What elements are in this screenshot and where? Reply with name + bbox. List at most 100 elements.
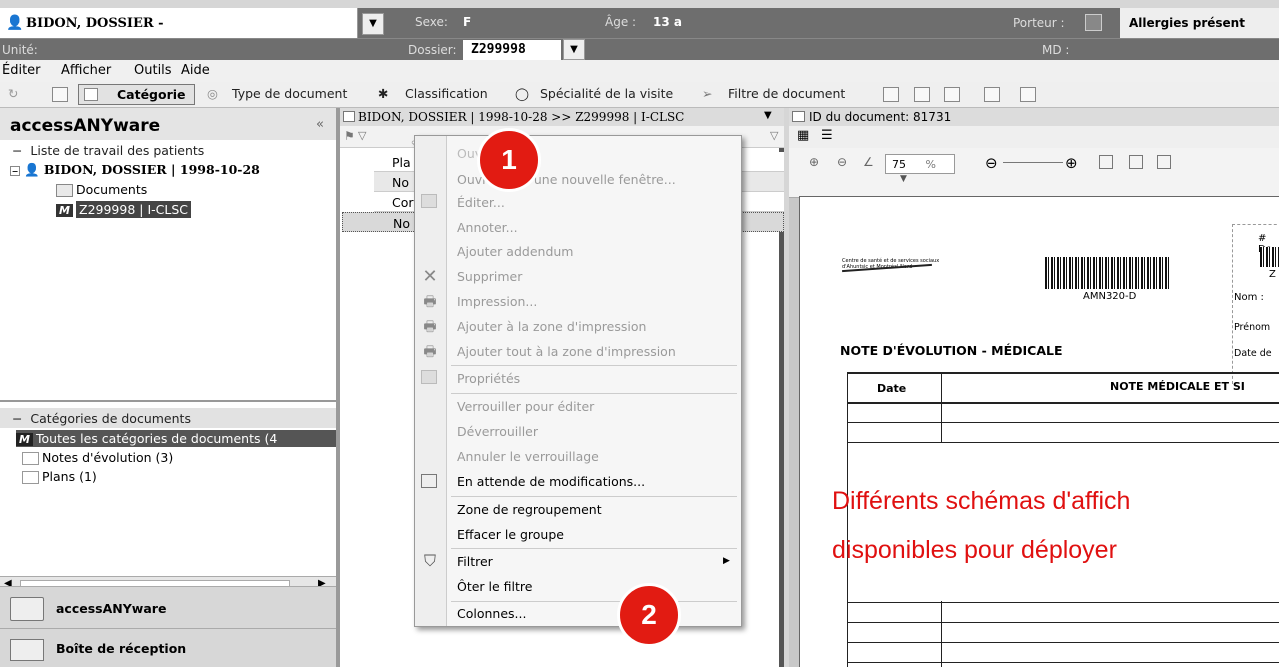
- menu-item-annoter[interactable]: Annoter...: [457, 220, 518, 235]
- barcode: [1045, 257, 1171, 289]
- zoom-in-icon[interactable]: ⊕: [809, 155, 819, 169]
- menu-afficher[interactable]: Afficher: [61, 63, 111, 78]
- menu-item-supprimer[interactable]: Supprimer: [457, 269, 522, 284]
- list-view-icon[interactable]: [52, 87, 68, 102]
- cat-plans-label: Plans (1): [42, 469, 97, 484]
- lock-icon[interactable]: [984, 87, 1000, 102]
- categorie-button[interactable]: Catégorie: [78, 84, 195, 105]
- zoom-out-icon[interactable]: ⊖: [837, 155, 847, 169]
- worklist-label: Liste de travail des patients: [30, 143, 205, 158]
- menu-item-deverrouiller[interactable]: Déverrouiller: [457, 424, 538, 439]
- barcode-label: AMN320-D: [1083, 291, 1137, 302]
- tree-scroll-area: [0, 400, 336, 402]
- type-document-button[interactable]: Type de document: [232, 86, 347, 101]
- patient-name-field[interactable]: 👤 BIDON, DOSSIER -: [0, 8, 358, 38]
- menu-item-ajouter-addendum[interactable]: Ajouter addendum: [457, 244, 573, 259]
- cat-notes[interactable]: Notes d'évolution (3): [22, 450, 173, 465]
- zoom-input[interactable]: 75 % ▼: [885, 154, 955, 184]
- menu-item-ajouter-zone-impression[interactable]: Ajouter à la zone d'impression: [457, 319, 646, 334]
- annotate-icon[interactable]: ∠: [863, 155, 874, 169]
- cat-all[interactable]: M Toutes les catégories de documents (4: [16, 430, 336, 447]
- document-viewer: ID du document: 81731 ▦ ☰ ⊕ ⊖ ∠ 75 % ▼ ⊖…: [789, 108, 1279, 667]
- menu-item-editer[interactable]: Éditer...: [457, 195, 505, 210]
- form-title: NOTE D'ÉVOLUTION - MÉDICALE: [840, 343, 1063, 358]
- properties-icon: [421, 370, 437, 384]
- menu-item-zone-regroupement[interactable]: Zone de regroupement: [457, 502, 602, 517]
- thumbnail-grid-icon[interactable]: ▦: [797, 128, 809, 143]
- unit-label: Unité:: [2, 43, 38, 57]
- menu-item-annuler-verrouillage[interactable]: Annuler le verrouillage: [457, 449, 599, 464]
- viewer-toolbar-1: ▦ ☰: [789, 126, 1279, 148]
- z-code: Z: [1269, 269, 1276, 280]
- nom-label: Nom :: [1234, 292, 1264, 303]
- zoom-in-slider-icon[interactable]: ⊕: [1065, 154, 1078, 172]
- specialite-button[interactable]: Spécialité de la visite: [540, 86, 673, 101]
- menu-item-proprietes[interactable]: Propriétés: [457, 371, 520, 386]
- print-icon: 🖶: [423, 294, 437, 310]
- table-blank-area: [848, 443, 1279, 601]
- worklist-header[interactable]: − Liste de travail des patients: [0, 140, 336, 160]
- barcode-small: [1260, 247, 1279, 267]
- tree-documents-label: Documents: [76, 182, 148, 197]
- nav-inbox[interactable]: Boîte de réception: [0, 628, 336, 667]
- list-icon[interactable]: ☰: [821, 128, 833, 143]
- panel-title: accessANYware: [0, 108, 336, 140]
- categories-header[interactable]: − Catégories de documents: [0, 408, 336, 428]
- nav-accessanyware[interactable]: accessANYware: [0, 586, 336, 628]
- menu-item-effacer-groupe[interactable]: Effacer le groupe: [457, 527, 564, 542]
- chevron-down-icon[interactable]: ▼: [764, 110, 772, 121]
- row-label: Cor: [392, 195, 414, 210]
- filter-arrow-icon: ➢: [702, 86, 713, 101]
- collapse-icon[interactable]: «: [316, 117, 324, 132]
- print-all-icon: 🖶: [423, 344, 437, 360]
- tree-patient[interactable]: − 👤 BIDON, DOSSIER | 1998-10-28: [10, 162, 260, 178]
- dossier-label: Dossier:: [408, 43, 457, 57]
- filter-icon[interactable]: ▽: [770, 129, 778, 142]
- note-table: Date NOTE MÉDICALE ET SI: [847, 372, 1279, 667]
- prenom-label: Prénom: [1234, 322, 1271, 333]
- menu-editer[interactable]: Éditer: [2, 63, 41, 78]
- patient-header: 👤 BIDON, DOSSIER - ▼ Sexe: F Âge : 13 a …: [0, 8, 1279, 38]
- menu-item-filtrer[interactable]: Filtrer: [457, 554, 493, 569]
- flag-icon[interactable]: ⚑: [344, 129, 355, 143]
- document-list-breadcrumb: BIDON, DOSSIER | 1998-10-28 >> Z299998 |…: [340, 108, 784, 126]
- patient-dropdown-button[interactable]: ▼: [362, 13, 384, 35]
- menu-item-colonnes[interactable]: Colonnes...: [457, 606, 526, 621]
- classification-button[interactable]: Classification: [405, 86, 488, 101]
- document-icon: [22, 471, 39, 484]
- menu-item-impression[interactable]: Impression...: [457, 294, 537, 309]
- fit-page-icon[interactable]: [1099, 155, 1113, 169]
- print-icon[interactable]: [1020, 87, 1036, 102]
- lock-icon: [421, 474, 437, 488]
- dossier-dropdown-button[interactable]: ▼: [563, 39, 585, 60]
- cat-plans[interactable]: Plans (1): [22, 469, 97, 484]
- refresh-icon[interactable]: ↻: [8, 86, 18, 101]
- menu-item-oter-filtre[interactable]: Ôter le filtre: [457, 579, 532, 594]
- tree-dossier[interactable]: M Z299998 | I-CLSC: [56, 201, 191, 218]
- dossier-field[interactable]: Z299998: [463, 40, 561, 60]
- carrier-checkbox[interactable]: [1085, 14, 1102, 31]
- zoom-out-slider-icon[interactable]: ⊖: [985, 154, 998, 172]
- zoom-slider[interactable]: [1003, 162, 1063, 163]
- fit-height-icon[interactable]: [1129, 155, 1143, 169]
- app-window: 👤 BIDON, DOSSIER - ▼ Sexe: F Âge : 13 a …: [0, 0, 1279, 667]
- carrier-label: Porteur :: [1013, 16, 1065, 30]
- layout-rows-icon[interactable]: [914, 87, 930, 102]
- menu-item-ajouter-tout-zone-impression[interactable]: Ajouter tout à la zone d'impression: [457, 344, 676, 359]
- menu-item-en-attente-modifications[interactable]: En attende de modifications...: [457, 474, 645, 489]
- fit-width-icon[interactable]: [1157, 155, 1171, 169]
- zoom-value: 75: [892, 158, 906, 171]
- allergies-indicator[interactable]: Allergies présent: [1120, 8, 1279, 38]
- layout-split-icon[interactable]: [944, 87, 960, 102]
- menu-outils[interactable]: Outils: [134, 63, 172, 78]
- menu-item-verrouiller[interactable]: Verrouiller pour éditer: [457, 399, 594, 414]
- m-document-icon: M: [16, 433, 33, 446]
- patient-name: BIDON, DOSSIER -: [26, 16, 164, 31]
- filtre-document-button[interactable]: Filtre de document: [728, 86, 845, 101]
- annotation-text-line1: Différents schémas d'affich: [832, 487, 1131, 515]
- sex-value: F: [463, 15, 472, 29]
- menu-aide[interactable]: Aide: [181, 63, 210, 78]
- filter-icon[interactable]: ▽: [358, 129, 366, 142]
- layout-grid-icon[interactable]: [883, 87, 899, 102]
- tree-documents[interactable]: Documents: [56, 182, 147, 197]
